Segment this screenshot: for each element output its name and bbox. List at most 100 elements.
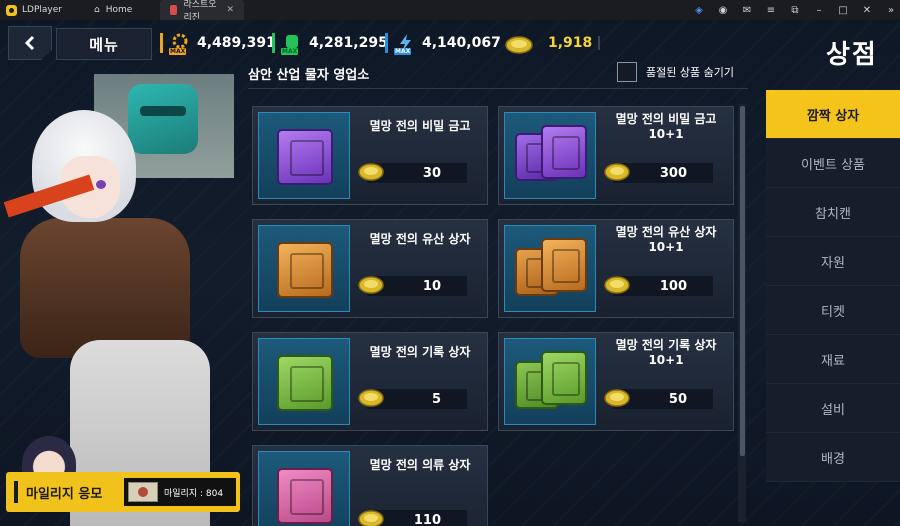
resource-bar: [385, 33, 388, 53]
tab-home[interactable]: ⌂ Home: [84, 0, 160, 20]
shop-item-card[interactable]: 멸망 전의 유산 상자 10: [252, 219, 488, 318]
maximize-icon[interactable]: □: [838, 5, 848, 16]
multi-window-icon[interactable]: ⧉: [790, 5, 800, 16]
shop-item-card[interactable]: 멸망 전의 비밀 금고 30: [252, 106, 488, 205]
game-icon: [170, 5, 178, 15]
category-materials[interactable]: 재료: [766, 335, 900, 384]
hide-sold-checkbox[interactable]: [617, 62, 637, 82]
window-controls: ◈ ◉ ✉ ≡ ⧉ – □ ✕ »: [694, 0, 896, 20]
item-image: [258, 451, 350, 526]
close-icon[interactable]: ✕: [862, 5, 872, 16]
character-illustration: [0, 60, 245, 526]
mileage-entry-button[interactable]: 마일리지 응모 마일리지 : 804: [6, 472, 240, 512]
hide-sold-label: 품절된 상품 숨기기: [646, 66, 734, 79]
menu-icon[interactable]: ≡: [766, 5, 776, 16]
back-button[interactable]: [8, 26, 52, 60]
category-menu: 깜짝 상자 이벤트 상품 참치캔 자원 티켓 재료 설비 배경: [766, 90, 900, 482]
item-name-line2: 10+1: [648, 353, 684, 367]
minimize-icon[interactable]: –: [814, 5, 824, 16]
item-name-line1: 멸망 전의 기록 상자: [615, 338, 717, 352]
mileage-points: 마일리지 : 804: [164, 488, 224, 499]
resource-tuna: 1,918: [504, 32, 592, 54]
gamepad-icon[interactable]: ◈: [694, 5, 704, 16]
tuna-icon: [358, 163, 384, 181]
category-tuna[interactable]: 참치캔: [766, 188, 900, 237]
resource-power: MAX 4,140,067: [385, 32, 501, 55]
max-badge: MAX: [394, 48, 412, 55]
resource-nutrients-value: 4,281,295: [309, 35, 388, 51]
item-image: [258, 225, 350, 312]
tab-game[interactable]: 라스트오리진 ✕: [160, 0, 244, 23]
account-icon[interactable]: ◉: [718, 5, 728, 16]
secret-vault-icon: [541, 125, 587, 179]
category-facilities[interactable]: 설비: [766, 384, 900, 433]
item-name-line1: 멸망 전의 유산 상자: [615, 225, 717, 239]
item-name-line2: 10+1: [648, 240, 684, 254]
home-icon: ⌂: [94, 5, 100, 15]
mileage-label: 마일리지 응모: [26, 486, 103, 502]
game-screen: 메뉴 MAX 4,489,391 MAX 4,281,295 MAX 4,140…: [0, 20, 900, 526]
menu-button[interactable]: 메뉴: [56, 28, 152, 60]
gear-parts-icon: MAX: [169, 33, 191, 55]
record-box-icon: [541, 351, 587, 405]
category-tickets[interactable]: 티켓: [766, 286, 900, 335]
max-badge: MAX: [281, 48, 299, 55]
tuna-icon: [604, 163, 630, 181]
shop-item-card[interactable]: 멸망 전의 기록 상자 5: [252, 332, 488, 431]
resource-nutrients: MAX 4,281,295: [272, 32, 388, 55]
max-badge: MAX: [169, 48, 187, 55]
item-name-line2: 10+1: [648, 127, 684, 141]
category-backgrounds[interactable]: 배경: [766, 433, 900, 482]
app-name: LDPlayer: [22, 5, 62, 15]
tab-home-label: Home: [105, 5, 133, 15]
tuna-icon: [604, 389, 630, 407]
page-title: 상점: [826, 40, 878, 70]
shop-item-card[interactable]: 멸망 전의 의류 상자 110: [252, 445, 488, 526]
ldplayer-logo-icon: [6, 4, 17, 16]
shop-item-card[interactable]: 멸망 전의 기록 상자 10+1 50: [498, 332, 734, 431]
item-image: [504, 112, 596, 199]
item-name: 멸망 전의 기록 상자: [369, 345, 471, 359]
secret-vault-icon: [277, 129, 333, 185]
expand-icon[interactable]: »: [886, 5, 896, 16]
item-image: [504, 225, 596, 312]
category-surprise-box[interactable]: 깜짝 상자: [766, 90, 900, 139]
nutrient-icon: MAX: [281, 33, 303, 55]
resource-power-value: 4,140,067: [422, 35, 501, 51]
shop-item-card[interactable]: 멸망 전의 유산 상자 10+1 100: [498, 219, 734, 318]
item-name: 멸망 전의 유산 상자 10+1: [599, 225, 733, 255]
category-resources[interactable]: 자원: [766, 237, 900, 286]
item-image: [504, 338, 596, 425]
back-arrow-icon: [24, 35, 35, 51]
resource-parts: MAX 4,489,391: [160, 32, 276, 55]
resource-parts-value: 4,489,391: [197, 35, 276, 51]
legacy-box-icon: [277, 242, 333, 298]
tuna-icon: [358, 276, 384, 294]
item-name: 멸망 전의 기록 상자 10+1: [599, 338, 733, 368]
item-image: [258, 112, 350, 199]
emulator-titlebar: LDPlayer ⌂ Home 라스트오리진 ✕ ◈ ◉ ✉ ≡ ⧉ – □ ✕…: [0, 0, 900, 23]
category-event[interactable]: 이벤트 상품: [766, 139, 900, 188]
item-name-line1: 멸망 전의 비밀 금고: [615, 112, 717, 126]
item-name: 멸망 전의 비밀 금고 10+1: [599, 112, 733, 142]
header-divider: [598, 36, 600, 50]
mileage-mark: [14, 481, 18, 503]
shop-item-card[interactable]: 멸망 전의 비밀 금고 10+1 300: [498, 106, 734, 205]
character-eye: [96, 180, 106, 189]
tuna-icon: [504, 33, 534, 54]
shop-divider: [248, 88, 748, 89]
mail-icon[interactable]: ✉: [742, 5, 752, 16]
tab-close-icon[interactable]: ✕: [226, 5, 234, 15]
mileage-panel: 마일리지 : 804: [124, 478, 236, 506]
shop-item-grid: 멸망 전의 비밀 금고 30 멸망 전의 비밀 금고 10+1 300 멸망 전…: [252, 106, 736, 526]
item-name: 멸망 전의 의류 상자: [369, 458, 471, 472]
hide-sold-toggle[interactable]: 품절된 상품 숨기기: [617, 62, 734, 82]
legacy-box-icon: [541, 238, 587, 292]
item-name: 멸망 전의 비밀 금고: [369, 119, 471, 133]
tuna-icon: [358, 389, 384, 407]
tuna-icon: [604, 276, 630, 294]
scrollbar-thumb[interactable]: [740, 106, 745, 456]
mileage-ticket-icon: [128, 482, 158, 502]
record-box-icon: [277, 355, 333, 411]
resource-tuna-value: 1,918: [548, 35, 593, 51]
